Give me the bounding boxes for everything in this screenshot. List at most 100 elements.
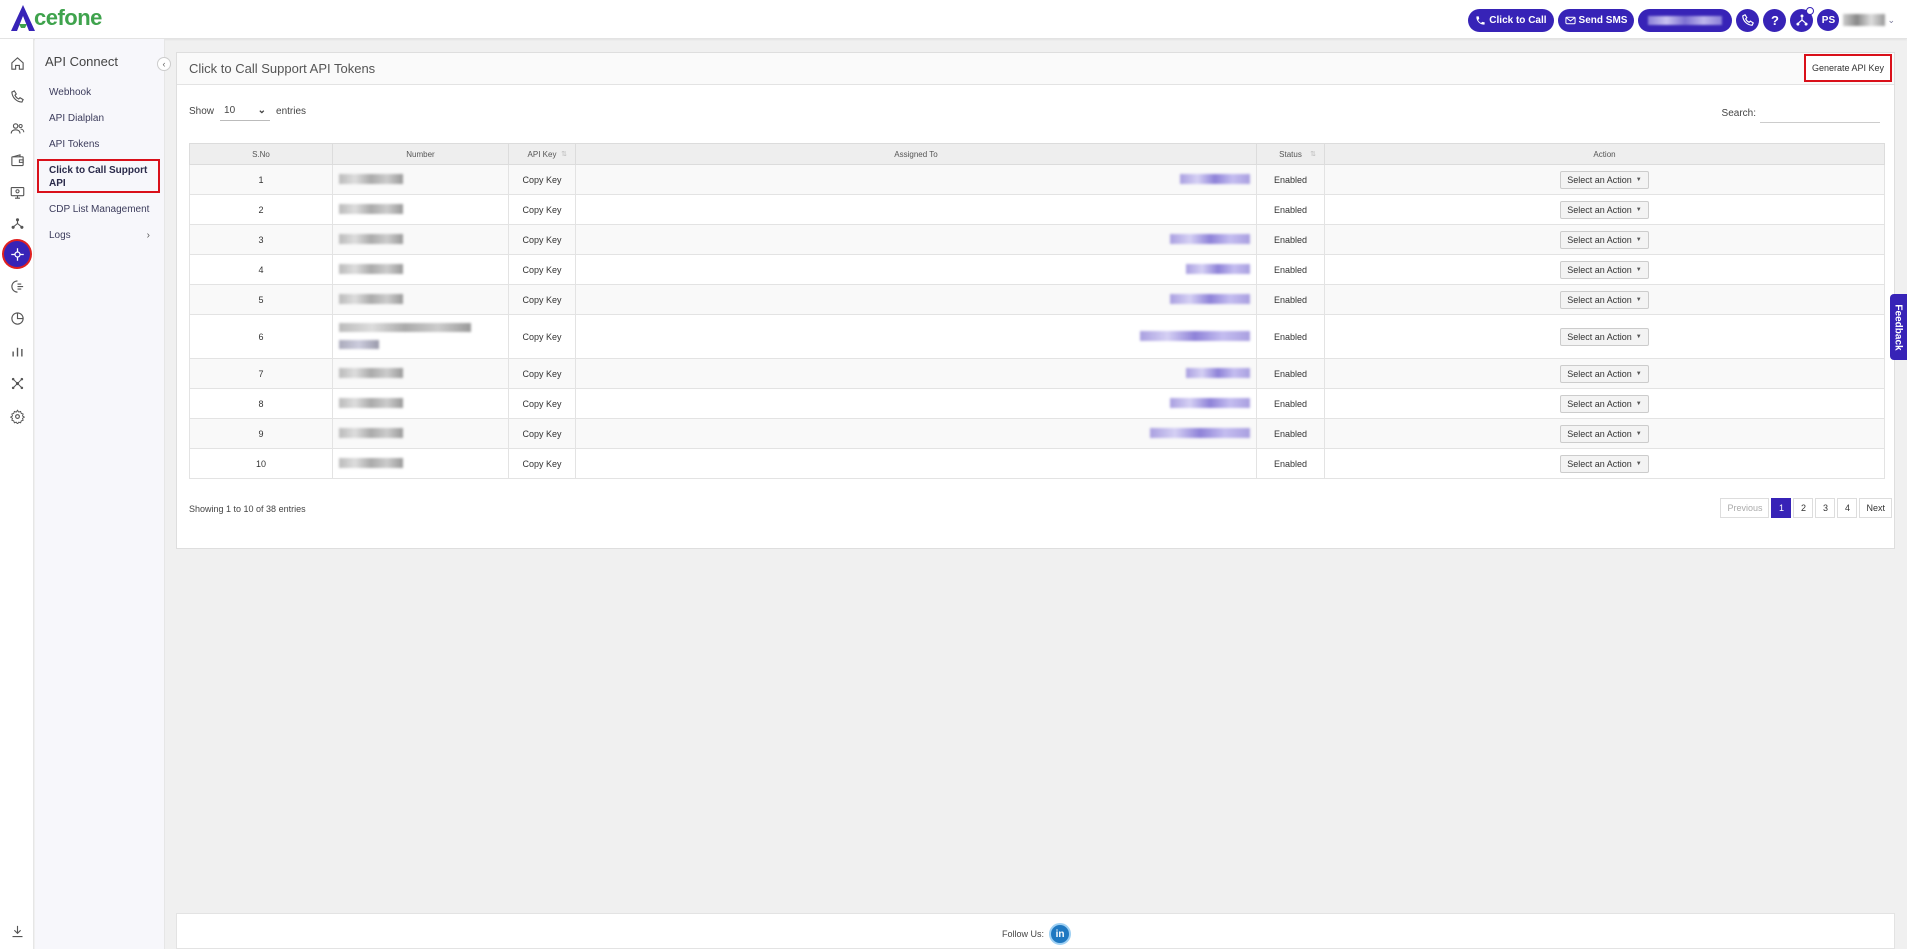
search-input[interactable] <box>1760 103 1880 123</box>
column-header-status[interactable]: Status ⇅ <box>1256 143 1325 165</box>
submenu-item-api-dialplan[interactable]: API Dialplan <box>49 113 104 124</box>
column-header-sno[interactable]: S.No <box>189 143 333 165</box>
column-header-assigned-to[interactable]: Assigned To <box>575 143 1257 165</box>
phone-icon[interactable] <box>6 85 28 107</box>
incoming-call-button[interactable] <box>1736 8 1760 32</box>
copy-key-link[interactable]: Copy Key <box>508 164 576 195</box>
show-label: Show <box>189 105 215 117</box>
tokens-panel: Click to Call Support API Tokens Generat… <box>176 52 1895 549</box>
download-icon[interactable] <box>6 920 28 942</box>
column-header-action[interactable]: Action <box>1324 143 1885 165</box>
copy-key-link[interactable]: Copy Key <box>508 194 576 225</box>
call-flow-icon[interactable] <box>6 275 28 297</box>
sort-icon: ⇅ <box>561 151 567 158</box>
copy-key-link[interactable]: Copy Key <box>508 448 576 479</box>
click-to-call-button[interactable]: Click to Call <box>1468 8 1554 32</box>
submenu-item-cdp-list-management[interactable]: CDP List Management <box>49 204 149 215</box>
cell-action: Select an Action ▼ <box>1324 418 1885 449</box>
acefone-logo[interactable]: cefone <box>10 4 102 32</box>
submenu-item-click-to-call-support-api[interactable]: Click to Call Support API <box>37 159 160 193</box>
select-action-button[interactable]: Select an Action ▼ <box>1560 454 1649 473</box>
pagination-page-4[interactable]: 4 <box>1837 498 1858 518</box>
chevron-down-icon[interactable]: ⌄ <box>1887 15 1895 26</box>
network-icon[interactable] <box>6 212 28 234</box>
network-status-button[interactable] <box>1790 6 1815 32</box>
cell-sno: 5 <box>189 284 333 315</box>
logo-a-icon <box>11 5 35 31</box>
users-icon[interactable] <box>6 117 28 139</box>
cell-assigned-to <box>575 388 1257 419</box>
integrations-icon[interactable] <box>6 372 28 394</box>
copy-key-link[interactable]: Copy Key <box>508 254 576 285</box>
cell-number <box>332 164 509 195</box>
pagination-next[interactable]: Next <box>1859 498 1892 518</box>
pagination-previous[interactable]: Previous <box>1720 498 1770 518</box>
select-action-button[interactable]: Select an Action ▼ <box>1560 290 1649 309</box>
copy-key-link[interactable]: Copy Key <box>508 284 576 315</box>
select-action-button[interactable]: Select an Action ▼ <box>1560 230 1649 249</box>
home-icon[interactable] <box>6 52 28 74</box>
select-action-button[interactable]: Select an Action ▼ <box>1560 364 1649 383</box>
send-sms-button[interactable]: Send SMS <box>1557 8 1635 32</box>
phone-icon <box>1476 15 1485 25</box>
cell-assigned-to <box>575 284 1257 315</box>
select-action-button[interactable]: Select an Action ▼ <box>1560 260 1649 279</box>
bar-chart-icon[interactable] <box>6 340 28 362</box>
select-action-button[interactable]: Select an Action ▼ <box>1560 200 1649 219</box>
copy-key-link[interactable]: Copy Key <box>508 388 576 419</box>
page-size-select[interactable]: 10 ⌄ <box>220 101 271 121</box>
cell-sno: 9 <box>189 418 333 449</box>
copy-key-link[interactable]: Copy Key <box>508 224 576 255</box>
pagination-page-1[interactable]: 1 <box>1771 498 1792 518</box>
send-sms-label: Send SMS <box>1578 14 1628 26</box>
caller-id-selector[interactable] <box>1638 8 1733 32</box>
cell-action: Select an Action ▼ <box>1324 448 1885 479</box>
table-row: 5 Copy Key Enabled Select an Action ▼ <box>189 284 1885 315</box>
copy-key-link[interactable]: Copy Key <box>508 418 576 449</box>
incoming-call-icon <box>1742 13 1754 26</box>
feedback-tab[interactable]: Feedback <box>1890 294 1907 360</box>
select-action-button[interactable]: Select an Action ▼ <box>1560 327 1649 346</box>
cell-number <box>332 358 509 389</box>
table-row: 8 Copy Key Enabled Select an Action ▼ <box>189 388 1885 419</box>
copy-key-link[interactable]: Copy Key <box>508 358 576 389</box>
top-bar: cefone Click to Call Send SMS ? PS ⌄ <box>0 0 1907 39</box>
collapse-chevron-icon[interactable]: ‹ <box>157 57 171 71</box>
mail-icon <box>1564 16 1576 24</box>
submenu-item-webhook[interactable]: Webhook <box>49 87 91 98</box>
column-header-api-key[interactable]: API Key ⇅ <box>508 143 576 165</box>
table-row: 1 Copy Key Enabled Select an Action ▼ <box>189 164 1885 195</box>
pagination-page-3[interactable]: 3 <box>1815 498 1836 518</box>
select-action-button[interactable]: Select an Action ▼ <box>1560 424 1649 443</box>
top-actions: Click to Call Send SMS ? PS ⌄ <box>1468 6 1895 32</box>
cell-action: Select an Action ▼ <box>1324 194 1885 225</box>
generate-api-key-button[interactable]: Generate API Key <box>1803 54 1892 82</box>
cell-status: Enabled <box>1256 388 1325 419</box>
user-avatar[interactable]: PS <box>1817 9 1840 31</box>
icon-rail <box>0 39 34 949</box>
select-action-button[interactable]: Select an Action ▼ <box>1560 170 1649 189</box>
pie-icon[interactable] <box>6 307 28 329</box>
feedback-label: Feedback <box>1893 303 1905 351</box>
wallet-icon[interactable] <box>6 149 28 171</box>
follow-us-label: Follow Us: <box>1002 929 1045 939</box>
user-name[interactable] <box>1843 14 1886 26</box>
cell-status: Enabled <box>1256 194 1325 225</box>
page-title: Click to Call Support API Tokens <box>189 61 376 76</box>
table-row: 7 Copy Key Enabled Select an Action ▼ <box>189 358 1885 389</box>
pagination-page-2[interactable]: 2 <box>1793 498 1814 518</box>
chevron-right-icon[interactable]: › <box>147 230 150 241</box>
submenu-item-api-tokens[interactable]: API Tokens <box>49 139 99 150</box>
table-row: 4 Copy Key Enabled Select an Action ▼ <box>189 254 1885 285</box>
monitor-icon[interactable] <box>6 181 28 203</box>
column-header-number[interactable]: Number <box>332 143 509 165</box>
select-action-button[interactable]: Select an Action ▼ <box>1560 394 1649 413</box>
copy-key-link[interactable]: Copy Key <box>508 314 576 359</box>
linkedin-icon[interactable]: in <box>1049 923 1072 945</box>
click-to-call-label: Click to Call <box>1489 14 1547 26</box>
help-button[interactable]: ? <box>1763 8 1787 32</box>
cell-number <box>332 418 509 449</box>
submenu-item-logs[interactable]: Logs <box>49 230 71 241</box>
gear-icon[interactable] <box>6 405 28 427</box>
api-connect-icon[interactable] <box>4 241 30 267</box>
